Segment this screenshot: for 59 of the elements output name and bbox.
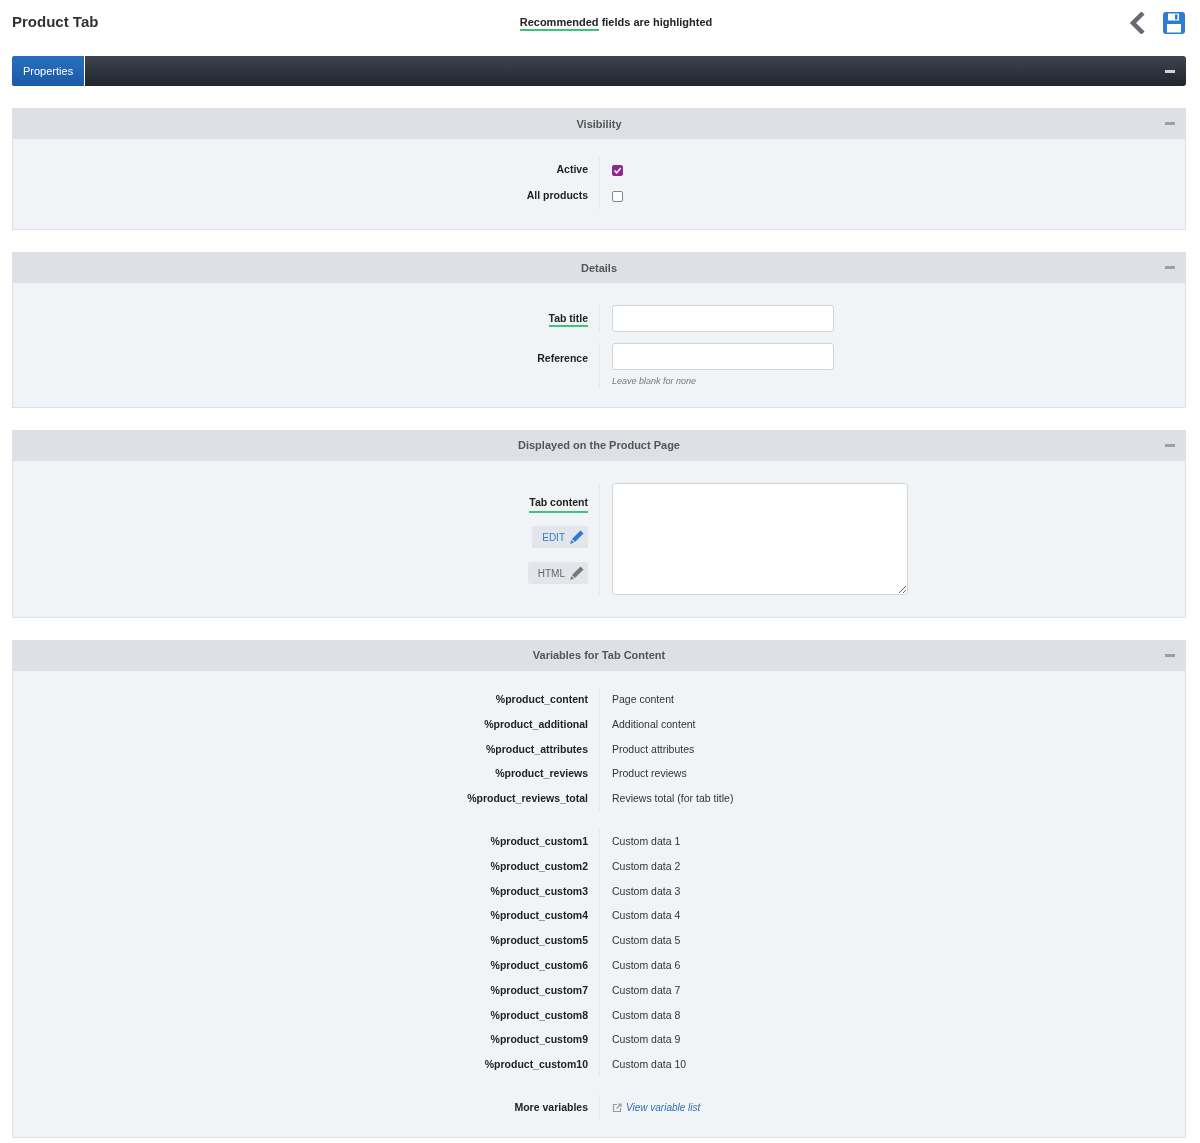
- field-label: %product_custom9: [490, 1033, 588, 1046]
- checkbox[interactable]: [612, 190, 623, 202]
- variable-description: Product reviews: [612, 766, 688, 782]
- tab[interactable]: Properties: [12, 56, 86, 86]
- variable-description: Custom data 2: [612, 858, 682, 874]
- field-label: All products: [526, 189, 588, 202]
- content-textarea[interactable]: [612, 482, 908, 595]
- variable-description: Custom data 6: [612, 958, 682, 973]
- field-label: %product_content: [495, 693, 588, 705]
- variable-description: Custom data 1: [612, 834, 682, 849]
- section-title: Displayed on the Product Page: [518, 438, 680, 454]
- field-label: Active: [556, 163, 588, 176]
- variable-description: Custom data 4: [612, 908, 682, 924]
- field-label: %product_custom4: [490, 909, 588, 922]
- external-link-icon: [612, 1102, 622, 1113]
- field-label: %product_custom6: [490, 959, 588, 971]
- variable-description: Custom data 3: [612, 883, 682, 899]
- section-title: Variables for Tab Content: [532, 648, 666, 664]
- field-label: More variables: [514, 1101, 588, 1114]
- field-label: %product_custom5: [490, 934, 588, 947]
- check-icon: [613, 165, 622, 175]
- section-title: Visibility: [576, 116, 622, 132]
- editor-button[interactable]: EDIT: [532, 526, 588, 549]
- field-label: %product_custom2: [490, 859, 588, 872]
- field-label: Reference: [537, 351, 588, 364]
- variable-description: Page content: [612, 692, 675, 707]
- field-label: %product_custom7: [490, 983, 588, 996]
- variable-description: Custom data 9: [612, 1032, 682, 1048]
- field-label: Tab title: [548, 311, 588, 327]
- section-title: Details: [580, 260, 618, 276]
- pencil-icon: [569, 565, 585, 582]
- variable-description: Custom data 8: [612, 1007, 682, 1023]
- field-label: %product_custom8: [490, 1008, 588, 1021]
- field-label: %product_custom3: [490, 884, 588, 897]
- save-icon[interactable]: [1162, 10, 1186, 35]
- editor-button[interactable]: HTML: [527, 562, 588, 585]
- field-label: %product_reviews_total: [467, 792, 588, 805]
- text-field[interactable]: [612, 343, 834, 370]
- variable-description: Additional content: [612, 716, 697, 732]
- variable-description: Custom data 5: [612, 933, 682, 949]
- field-label: %product_reviews: [495, 767, 588, 780]
- field-label: %product_custom1: [490, 835, 588, 847]
- field-label: %product_custom10: [484, 1058, 588, 1071]
- variable-description: Custom data 7: [612, 982, 682, 998]
- variable-description: Custom data 10: [612, 1057, 688, 1073]
- highlight-hint: Recommended fields are highlighted: [519, 16, 713, 32]
- help-text: Leave blank for none: [612, 375, 698, 388]
- variable-description: Product attributes: [612, 741, 696, 757]
- field-label: %product_additional: [484, 717, 588, 730]
- variable-list-link[interactable]: View variable list: [626, 1100, 701, 1116]
- field-label: %product_attributes: [485, 742, 588, 755]
- variable-description: Reviews total (for tab title): [612, 791, 735, 807]
- page-title: Product Tab: [12, 12, 100, 33]
- pencil-icon: [569, 529, 585, 546]
- checkbox[interactable]: [612, 164, 623, 176]
- back-icon[interactable]: [1130, 11, 1146, 34]
- collapse-icon[interactable]: [1165, 69, 1175, 73]
- text-field[interactable]: [612, 305, 834, 332]
- field-label: Tab content: [529, 494, 588, 514]
